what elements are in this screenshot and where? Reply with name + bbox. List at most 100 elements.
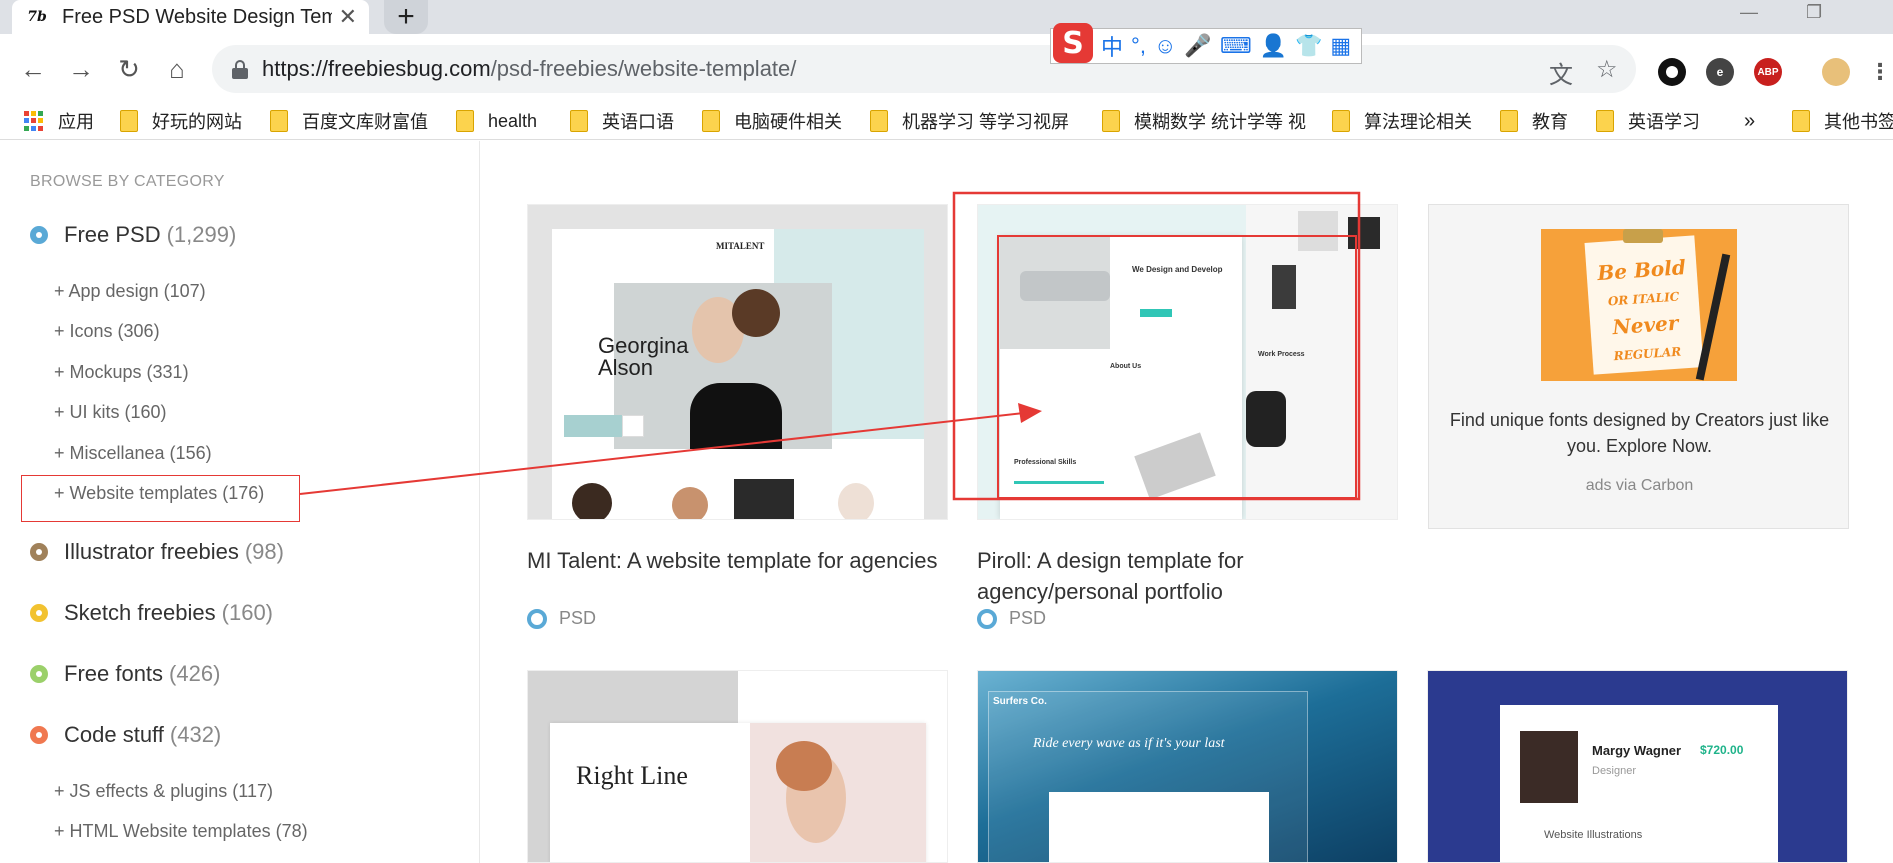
extension-ghostery-icon[interactable]: e [1706,58,1734,86]
bookmark-folder[interactable]: 英语学习 [1596,106,1700,136]
folder-icon [1102,110,1120,132]
category-dot-icon [30,726,48,744]
thumb-avatar [1520,731,1578,803]
browser-tab[interactable]: 7b Free PSD Website Design Tem ✕ [12,0,369,34]
lock-icon[interactable] [232,60,248,79]
category-free-psd[interactable]: Free PSD (1,299) [30,222,236,248]
subcategory-icons[interactable]: + Icons (306) [54,321,160,342]
folder-icon [1500,110,1518,132]
ime-keyboard-icon[interactable]: ⌨ [1220,33,1252,59]
thumb-page: We Design and Develop About Us Professio… [1000,237,1242,519]
ime-punctuation-icon[interactable]: °, [1131,33,1146,59]
folder-icon [270,110,288,132]
sidebar-heading: BROWSE BY CATEGORY [30,173,225,190]
browser-menu-icon[interactable]: ⋮ [1869,58,1891,86]
category-sketch-freebies[interactable]: Sketch freebies (160) [30,600,273,626]
ad-via-link[interactable]: ads via Carbon [1429,477,1850,495]
bookmark-star-icon[interactable]: ☆ [1596,55,1618,84]
sogou-logo-icon[interactable]: S [1053,23,1093,63]
category-free-fonts[interactable]: Free fonts (426) [30,661,220,687]
bookmark-folder[interactable]: 电脑硬件相关 [702,106,842,136]
ad-text[interactable]: Find unique fonts designed by Creators j… [1445,407,1834,459]
bookmark-folder[interactable]: 算法理论相关 [1332,106,1472,136]
category-dot-icon [30,665,48,683]
browser-toolbar: ← → ↻ ⌂ https://freebiesbug.com/psd-free… [0,34,1893,104]
subcategory-html-templates[interactable]: + HTML Website templates (78) [54,821,308,842]
card-thumbnail[interactable]: Right Line [527,670,948,863]
psd-tag-icon [977,608,997,629]
psd-tag-icon [527,608,547,629]
bookmark-apps[interactable]: 应用 [24,106,94,136]
folder-icon [456,110,474,132]
subcategory-mockups[interactable]: + Mockups (331) [54,362,189,383]
back-icon[interactable]: ← [18,54,48,85]
card-tag[interactable]: PSD [527,608,596,629]
card-thumbnail[interactable]: Margy Wagner Designer $720.00 Website Il… [1427,670,1848,863]
category-dot-icon [30,226,48,244]
ime-user-icon[interactable]: 👤 [1260,33,1287,59]
folder-icon [120,110,138,132]
subcategory-ui-kits[interactable]: + UI kits (160) [54,402,167,423]
category-code-stuff[interactable]: Code stuff (432) [30,722,221,748]
bookmark-folder[interactable]: 英语口语 [570,106,674,136]
card-thumbnail[interactable]: We Design and Develop About Us Professio… [977,204,1398,520]
category-dot-icon [30,604,48,622]
card-title[interactable]: Piroll: A design template for agency/per… [977,545,1398,607]
new-tab-button[interactable]: + [384,0,428,34]
thumb-brand: Surfers Co. [993,696,1047,707]
ime-emoji-icon[interactable]: ☺ [1154,33,1176,59]
browser-titlebar: 7b Free PSD Website Design Tem ✕ + — ❐ [0,0,1893,34]
card-title[interactable]: MI Talent: A website template for agenci… [527,545,948,576]
bookmarks-overflow-icon[interactable]: » [1744,106,1755,136]
bookmark-other-folder[interactable]: 其他书签 [1792,106,1893,136]
category-dot-icon [30,543,48,561]
folder-icon [870,110,888,132]
folder-icon [702,110,720,132]
subcategory-miscellanea[interactable]: + Miscellanea (156) [54,443,212,464]
maximize-icon[interactable]: ❐ [1806,2,1822,23]
thumb-headline: Ride every wave as if it's your last [1033,736,1225,751]
ad-image[interactable]: Be Bold OR ITALIC Never REGULAR [1541,229,1737,381]
thumb-page: MITALENT Georgina Alson [552,229,924,519]
bookmark-folder[interactable]: 好玩的网站 [120,106,242,136]
home-icon[interactable]: ⌂ [162,54,192,85]
tab-title: Free PSD Website Design Tem [62,5,332,28]
template-card[interactable]: Surfers Co. Ride every wave as if it's y… [977,670,1398,863]
adblock-plus-icon[interactable]: ABP [1754,58,1782,86]
bookmark-folder[interactable]: 机器学习 等学习视屏 [870,106,1069,136]
site-favicon-icon: 7b [27,9,47,25]
ime-toolbox-icon[interactable]: ▦ [1330,33,1351,59]
ime-microphone-icon[interactable]: 🎤 [1184,33,1211,59]
extension-circle-icon[interactable] [1658,58,1686,86]
address-bar[interactable]: https://freebiesbug.com/psd-freebies/web… [212,45,1636,93]
ime-chinese-mode-icon[interactable]: 中 [1101,30,1123,62]
bookmark-folder[interactable]: 模糊数学 统计学等 视 [1102,106,1306,136]
reload-icon[interactable]: ↻ [114,54,144,85]
subcategory-js-effects[interactable]: + JS effects & plugins (117) [54,781,273,802]
carbon-ad[interactable]: Be Bold OR ITALIC Never REGULAR Find unique… [1428,204,1849,529]
card-thumbnail[interactable]: MITALENT Georgina Alson [527,204,948,520]
profile-avatar-icon[interactable] [1822,58,1850,86]
template-card[interactable]: Margy Wagner Designer $720.00 Website Il… [1427,670,1848,863]
card-thumbnail[interactable]: Surfers Co. Ride every wave as if it's y… [977,670,1398,863]
thumb-headline: We Design and Develop [1132,265,1223,274]
bookmark-folder[interactable]: 百度文库财富值 [270,106,428,136]
ime-skin-icon[interactable]: 👕 [1295,33,1322,59]
subcategory-app-design[interactable]: + App design (107) [54,281,206,302]
bookmark-folder[interactable]: health [456,106,537,136]
thumb-headline: Georgina Alson [598,333,689,380]
translate-icon[interactable]: 文 [1549,55,1573,90]
ad-image-lettering: Be Bold OR ITALIC Never REGULAR [1584,235,1704,375]
annotation-box-sidebar [21,475,300,522]
bookmarks-bar: 应用 好玩的网站 百度文库财富值 health 英语口语 电脑硬件相关 机器学习… [0,104,1893,140]
folder-icon [1596,110,1614,132]
minimize-icon[interactable]: — [1740,2,1758,23]
forward-icon[interactable]: → [66,54,96,85]
bookmark-folder[interactable]: 教育 [1500,106,1568,136]
category-illustrator-freebies[interactable]: Illustrator freebies (98) [30,539,284,565]
url-text[interactable]: https://freebiesbug.com/psd-freebies/web… [262,56,796,82]
ime-toolbar: S 中 °, ☺ 🎤 ⌨ 👤 👕 ▦ [1050,23,1362,64]
tab-close-icon[interactable]: ✕ [339,4,357,30]
card-tag[interactable]: PSD [977,608,1046,629]
template-card[interactable]: Right Line [527,670,948,863]
